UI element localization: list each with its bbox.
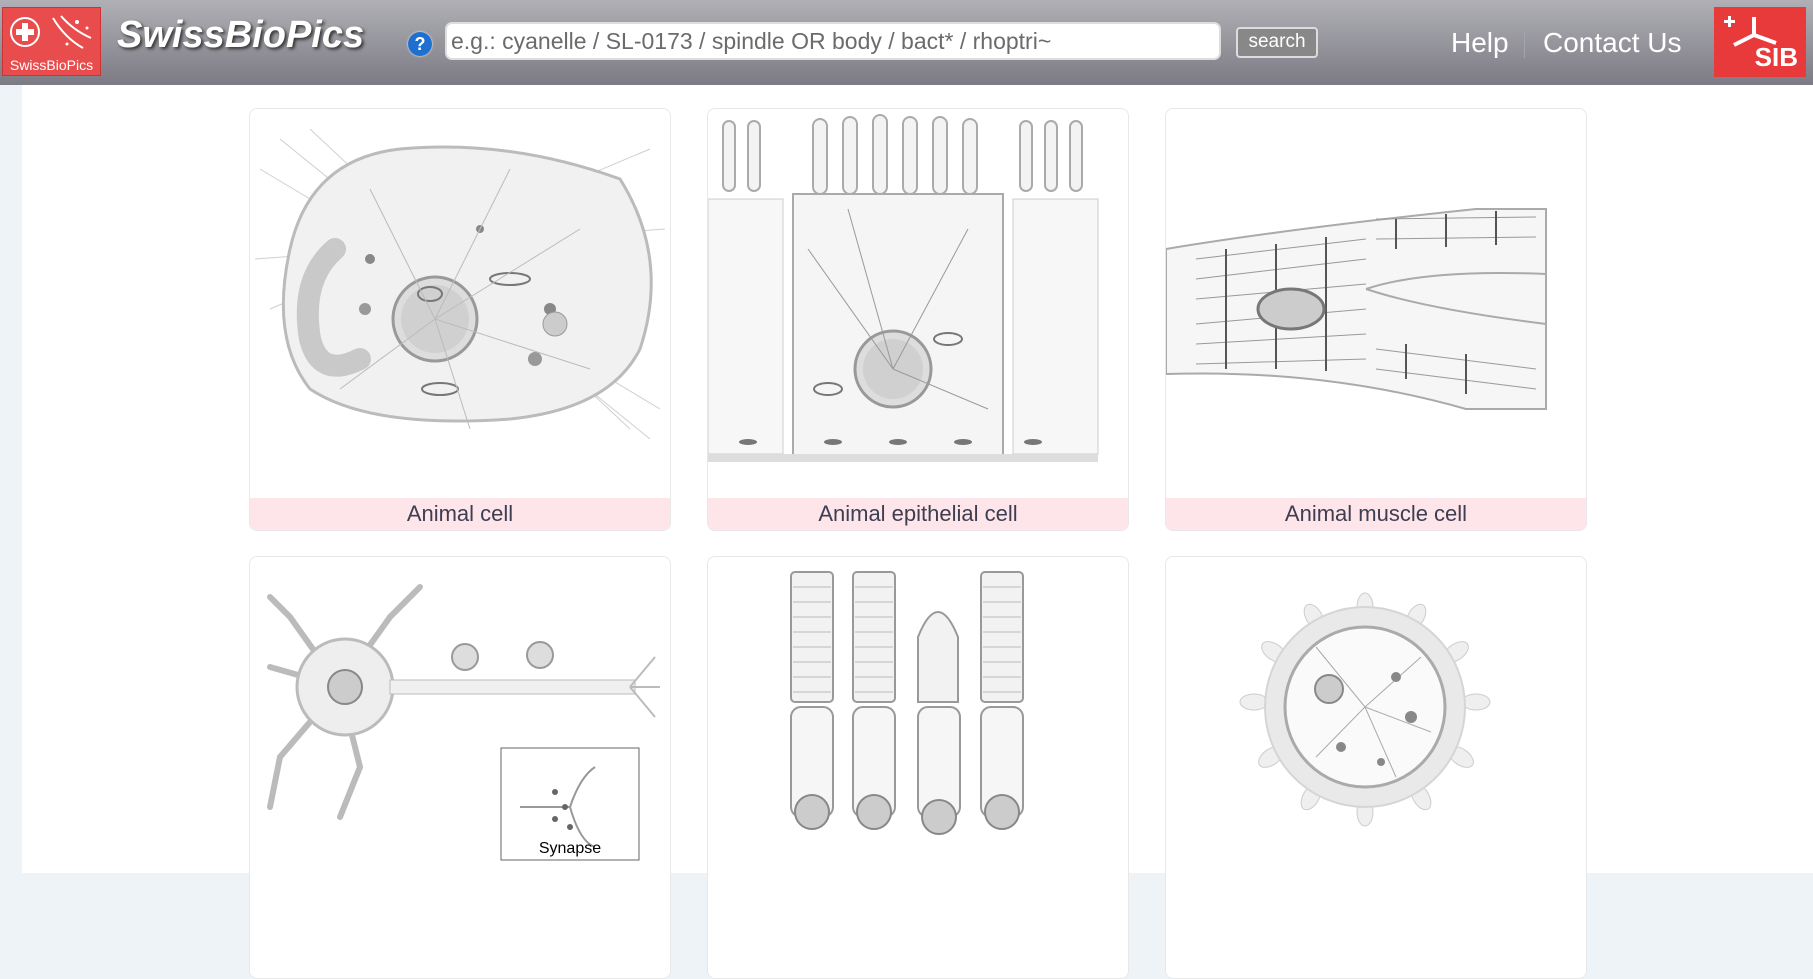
nav-help-link[interactable]: Help xyxy=(1451,27,1509,59)
cell-card-spherical-cell[interactable] xyxy=(1165,556,1587,979)
swissbiopics-logo[interactable]: SwissBioPics xyxy=(2,7,101,76)
card-caption: Animal muscle cell xyxy=(1166,498,1586,530)
nav-divider xyxy=(1524,32,1525,58)
spherical-cell-illustration xyxy=(1239,592,1491,827)
animal-cell-illustration xyxy=(254,128,666,440)
card-caption: Animal epithelial cell xyxy=(708,498,1128,530)
top-navigation-bar: SwissBioPics SwissBioPics ? search Help … xyxy=(0,0,1813,85)
cell-gallery: Animal cell Animal epithelial cell Anima… xyxy=(22,85,1813,979)
search-button[interactable]: search xyxy=(1236,27,1318,58)
site-title[interactable]: SwissBioPics xyxy=(117,14,364,57)
cell-card-animal-muscle-cell[interactable]: Animal muscle cell xyxy=(1165,108,1587,531)
neuron-illustration: Synapse xyxy=(267,584,660,861)
nav-contact-link[interactable]: Contact Us xyxy=(1543,27,1682,59)
cell-card-animal-cell[interactable]: Animal cell xyxy=(249,108,671,531)
cell-card-animal-epithelial-cell[interactable]: Animal epithelial cell xyxy=(707,108,1129,531)
sib-logo-text: SIB xyxy=(1754,42,1798,72)
logo-graphic xyxy=(10,15,92,49)
card-caption: Animal cell xyxy=(250,498,670,530)
sib-logo[interactable]: SIB xyxy=(1714,7,1806,77)
logo-caption: SwissBioPics xyxy=(9,57,94,73)
search-input[interactable] xyxy=(445,22,1221,60)
cell-card-neuron[interactable]: Synapse xyxy=(249,556,671,979)
photoreceptor-illustration xyxy=(790,571,1024,835)
help-icon[interactable]: ? xyxy=(408,32,432,56)
animal-muscle-cell-illustration xyxy=(1166,208,1547,410)
animal-epithelial-cell-illustration xyxy=(708,114,1099,462)
synapse-label: Synapse xyxy=(539,840,601,857)
cell-card-photoreceptor[interactable] xyxy=(707,556,1129,979)
